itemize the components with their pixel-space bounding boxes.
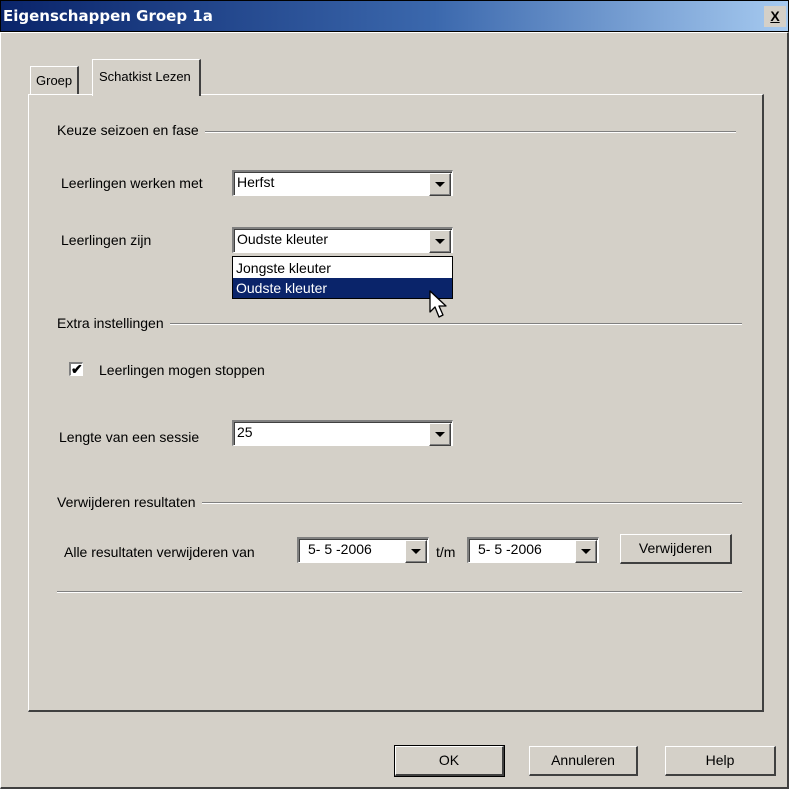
may-stop-label[interactable]: Leerlingen mogen stoppen — [99, 362, 265, 378]
close-button[interactable]: X — [764, 6, 786, 27]
students-select-value: Oudste kleuter — [237, 231, 329, 247]
chevron-down-icon[interactable] — [405, 540, 427, 563]
to-date-picker[interactable]: 5- 5 -2006 — [467, 537, 599, 563]
to-label: t/m — [436, 544, 456, 560]
dropdown-option-oudste-kleuter[interactable]: Oudste kleuter — [233, 278, 452, 298]
chevron-down-icon[interactable] — [429, 173, 451, 196]
work-with-label: Leerlingen werken met — [61, 175, 203, 191]
students-dropdown-list[interactable]: Jongste kleuter Oudste kleuter — [232, 256, 453, 299]
dropdown-option-jongste-kleuter[interactable]: Jongste kleuter — [233, 258, 452, 278]
session-length-value: 25 — [237, 424, 253, 440]
delete-range-label: Alle resultaten verwijderen van — [64, 544, 255, 560]
cancel-button[interactable]: Annuleren — [529, 746, 638, 776]
window-title: Eigenschappen Groep 1a — [3, 7, 213, 25]
chevron-down-icon[interactable] — [429, 423, 451, 446]
tab-schatkist-lezen[interactable]: Schatkist Lezen — [92, 59, 201, 96]
may-stop-checkbox[interactable]: ✔ — [69, 361, 83, 377]
ok-button[interactable]: OK — [394, 745, 505, 777]
from-date-picker[interactable]: 5- 5 -2006 — [297, 537, 429, 563]
extra-group-title: Extra instellingen — [57, 315, 170, 331]
delete-results-button[interactable]: Verwijderen — [620, 534, 732, 564]
tab-groep-label: Groep — [36, 73, 73, 88]
to-date-value: 5- 5 -2006 — [478, 541, 542, 557]
checkmark-icon: ✔ — [71, 361, 83, 377]
season-select-value: Herfst — [237, 174, 275, 190]
season-select[interactable]: Herfst — [232, 170, 453, 196]
chevron-down-icon[interactable] — [429, 230, 451, 253]
students-label: Leerlingen zijn — [61, 232, 152, 248]
tab-schatkist-lezen-label: Schatkist Lezen — [99, 69, 191, 84]
from-date-value: 5- 5 -2006 — [308, 541, 372, 557]
title-bar[interactable]: Eigenschappen Groep 1a X — [0, 0, 789, 32]
close-icon: X — [770, 8, 780, 24]
chevron-down-icon[interactable] — [575, 540, 597, 563]
delete-group-title: Verwijderen resultaten — [57, 494, 202, 510]
help-button[interactable]: Help — [665, 746, 776, 776]
students-select[interactable]: Oudste kleuter — [232, 227, 453, 253]
mouse-pointer-icon — [429, 290, 447, 318]
season-group-title: Keuze seizoen en fase — [57, 122, 205, 138]
bottom-separator — [57, 591, 742, 593]
session-length-select[interactable]: 25 — [232, 420, 453, 446]
tab-groep[interactable]: Groep — [30, 66, 80, 94]
session-length-label: Lengte van een sessie — [59, 429, 200, 445]
